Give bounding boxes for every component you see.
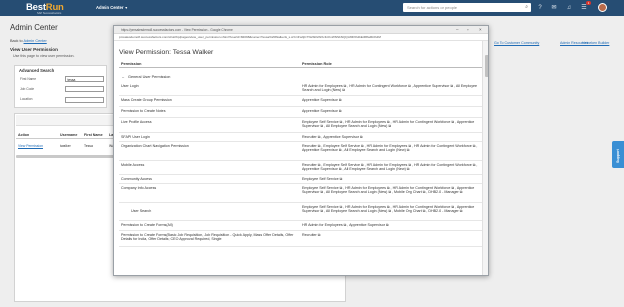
notification-badge: 1 [586,1,591,5]
permission-name: Permission to Create Forms(All) [121,222,173,227]
permission-name: Live Profile Access [121,119,152,124]
table-row: Mass Create Group Permission Apprentice … [119,96,483,107]
section-description: Use this page to view user permission. [13,54,75,58]
chevron-down-icon: ▼ [124,6,128,10]
logo-subtitle: SAP SuccessFactors [37,11,62,15]
heineken-builder-link[interactable]: Heineken Builder [582,41,609,45]
category-label: General User Permission [128,75,171,79]
username-cell: twalker [60,144,71,148]
job-code-input[interactable] [65,86,104,92]
permission-column-header: Permission [121,62,142,66]
permission-name: Mass Create Group Permission [121,97,172,102]
support-tab[interactable]: Support [612,141,624,168]
first-name-cell: Tessa [84,144,93,148]
popup-title-bar: https://pmsalesdemo8.successfactors.com … [114,26,488,34]
column-header-action: Action [18,132,30,137]
job-code-label: Job Code [20,87,35,91]
bell-icon[interactable]: ♫ [565,4,573,12]
global-search-input[interactable]: Search for actions or people ⌕ [403,3,531,12]
category-row[interactable]: – General User Permission [119,73,483,81]
permission-roles[interactable]: Apprentice Supervisor ⧉ [302,98,480,103]
permission-name: SFAPI User Login [121,134,150,139]
minimize-icon[interactable]: – [456,27,459,32]
permission-name: Permission to Create Notes [121,108,166,113]
breadcrumb: Back to Admin Center [10,39,47,43]
top-navigation-bar: BestRun SAP SuccessFactors Admin Center▼… [0,0,624,16]
permission-roles[interactable]: Recruiter ⧉ , Employee Self Service ⧉ , … [302,144,480,153]
module-picker[interactable]: Admin Center▼ [96,5,128,10]
permission-roles[interactable]: Apprentice Supervisor ⧉ [302,109,480,114]
popup-address-bar[interactable]: pmsalesdemo8.successfactors.com/xi/ui/rb… [114,34,488,41]
permission-name: Community Access [121,176,152,181]
collapse-toggle-icon[interactable]: – [122,75,124,79]
first-name-label: First Name [20,77,37,81]
table-row: Permission to Create Forms(Basic Job Req… [119,231,483,247]
permission-roles[interactable]: Employee Self Service ⧉ , HR Admin for E… [302,120,480,129]
table-row: Community Access Employee Self Service ⧉ [119,175,483,184]
permission-name: Organization Chart Navigation Permission [121,143,189,148]
column-header-username: Username [60,132,78,137]
scrollbar-thumb[interactable] [484,54,488,77]
permission-table-header: Permission Permission Role [119,60,483,68]
first-name-input[interactable]: tessa [65,76,104,82]
customer-community-link[interactable]: Go To Customer Community [494,41,539,45]
popup-window-title: https://pmsalesdemo8.successfactors.com … [121,27,233,32]
permission-table: Permission Permission Role – General Use… [119,60,483,275]
popup-url-text: pmsalesdemo8.successfactors.com/xi/ui/rb… [119,35,382,39]
notifications-icon[interactable]: ✉ [550,4,558,12]
permission-name: Mobile Access [121,162,145,167]
permission-name: User Search [131,208,152,213]
column-header-first-name: First Name [84,132,103,137]
permission-roles[interactable]: HR Admin for Employees ⧉ , Apprentice Su… [302,223,480,228]
table-row: Permission to Create Forms(All) HR Admin… [119,221,483,231]
table-row: Company Info Access Employee Self Servic… [119,184,483,203]
location-label: Location [20,97,33,101]
avatar[interactable] [598,3,607,12]
table-row: Mobile Access Recruiter ⧉ , Employee Sel… [119,161,483,175]
permission-roles[interactable]: Employee Self Service ⧉ [302,177,480,182]
view-permission-link[interactable]: View Permission [18,144,43,148]
table-row: Organization Chart Navigation Permission… [119,142,483,161]
section-title: View User Permission [10,47,58,52]
permission-name: User Login [121,83,139,88]
table-row: Live Profile Access Employee Self Servic… [119,118,483,133]
advanced-search-panel: Advanced Search First Name tessa Job Cod… [14,65,107,108]
popup-heading: View Permission: Tessa Walker [119,49,214,56]
permission-roles[interactable]: Employee Self Service ⧉ , HR Admin for E… [302,205,480,214]
vertical-scrollbar[interactable] [482,40,488,275]
permission-roles[interactable]: Recruiter ⧉ , Employee Self Service ⧉ , … [302,163,480,172]
page-title: Admin Center [10,23,58,32]
permission-name: Permission to Create Forms(Basic Job Req… [121,232,294,242]
location-input[interactable] [65,97,104,103]
help-icon[interactable]: ? [536,4,544,12]
permission-roles[interactable]: Recruiter ⧉ , Apprentice Supervisor ⧉ [302,135,480,140]
permission-role-column-header: Permission Role [302,62,332,66]
permission-roles[interactable]: Recruiter ⧉ [302,233,480,238]
permission-roles[interactable]: Employee Self Service ⧉ , HR Admin for E… [302,186,480,195]
table-row: Permission to Create Notes Apprentice Su… [119,107,483,118]
back-to-admin-center-link[interactable]: Admin Center [24,39,47,43]
permission-name: Company Info Access [121,185,157,190]
table-row: User Search Employee Self Service ⧉ , HR… [119,203,483,221]
view-permission-popup-window: https://pmsalesdemo8.successfactors.com … [113,25,489,276]
advanced-search-title: Advanced Search [19,68,55,73]
search-icon[interactable]: ⌕ [525,4,528,10]
table-row: User Login HR Admin for Employees ⧉ , HR… [119,82,483,96]
permission-roles[interactable]: HR Admin for Employees ⧉ , HR Admin for … [302,84,480,93]
maximize-icon[interactable]: ▫ [467,27,469,32]
table-row: SFAPI User Login Recruiter ⧉ , Apprentic… [119,133,483,142]
close-icon[interactable]: × [479,27,482,32]
